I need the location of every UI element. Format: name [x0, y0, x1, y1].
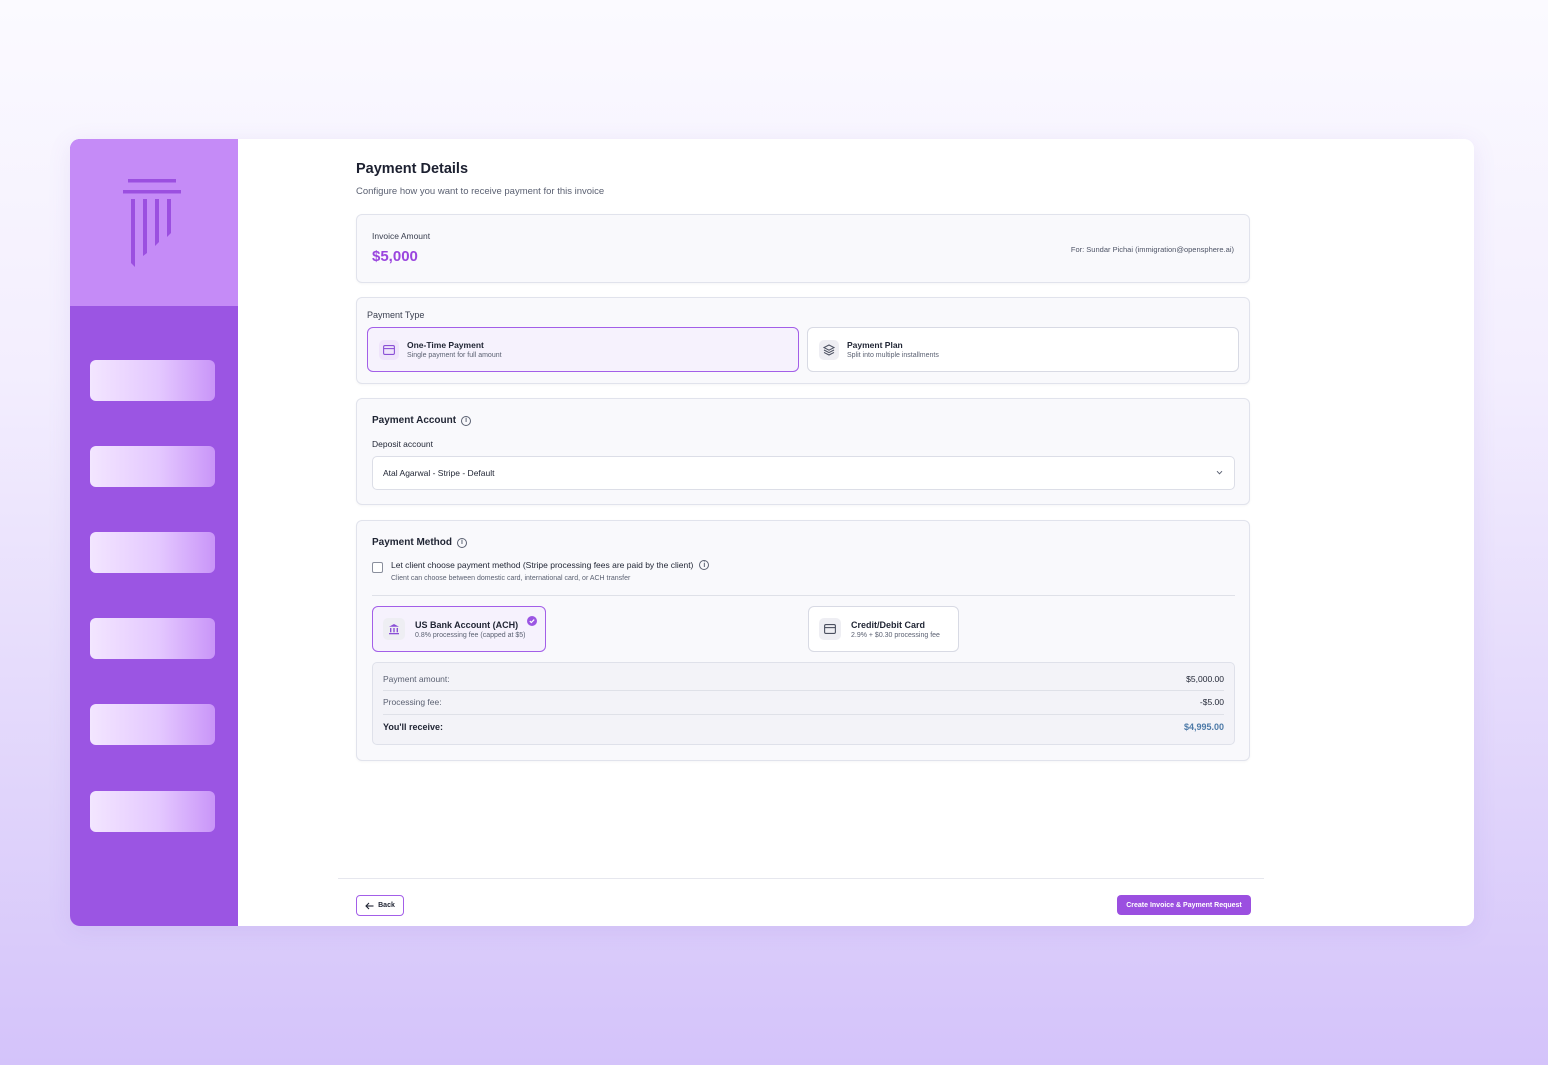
main-panel: Payment Details Configure how you want t… — [238, 139, 1474, 926]
deposit-account-select[interactable]: Atal Agarwal - Stripe - Default — [372, 456, 1235, 490]
payment-type-one-time[interactable]: One-Time Payment Single payment for full… — [367, 327, 799, 372]
sidebar-item-3[interactable] — [90, 532, 215, 573]
back-button[interactable]: Back — [356, 895, 404, 916]
option-title: Payment Plan — [847, 340, 903, 350]
deposit-account-label: Deposit account — [372, 439, 433, 449]
summary-row-fee: Processing fee: -$5.00 — [383, 697, 1224, 707]
payment-type-plan[interactable]: Payment Plan Split into multiple install… — [807, 327, 1239, 372]
sidebar-item-1[interactable] — [90, 360, 215, 401]
page-subtitle: Configure how you want to receive paymen… — [356, 186, 605, 197]
deposit-account-value: Atal Agarwal - Stripe - Default — [383, 468, 495, 478]
logo-area — [70, 139, 238, 306]
divider — [383, 714, 1224, 715]
info-icon[interactable]: i — [461, 415, 472, 426]
method-title: US Bank Account (ACH) — [415, 619, 519, 630]
payment-account-title: Payment Account — [372, 415, 457, 426]
let-client-choose-row: Let client choose payment method (Stripe… — [391, 560, 710, 570]
credit-card-icon — [379, 339, 399, 360]
invoice-amount-card: Invoice Amount $5,000 For: Sundar Pichai… — [356, 214, 1250, 283]
option-subtitle: Single payment for full amount — [407, 352, 502, 359]
back-label: Back — [378, 902, 395, 909]
payment-method-card: Payment Method i Let client choose payme… — [356, 520, 1250, 761]
payment-summary: Payment amount: $5,000.00 Processing fee… — [372, 662, 1235, 745]
invoice-amount-value: $5,000 — [372, 248, 418, 265]
divider — [372, 595, 1235, 596]
sidebar — [70, 139, 238, 926]
payment-method-heading: Payment Method i — [372, 537, 468, 548]
summary-label: You'll receive: — [383, 722, 443, 732]
sidebar-item-6[interactable] — [90, 791, 215, 832]
sidebar-item-2[interactable] — [90, 446, 215, 487]
invoice-recipient: For: Sundar Pichai (immigration@opensphe… — [1070, 245, 1234, 254]
layers-icon — [819, 339, 839, 360]
summary-row-amount: Payment amount: $5,000.00 — [383, 674, 1224, 684]
payment-type-title: Payment Type — [367, 310, 425, 320]
option-title: One-Time Payment — [407, 340, 484, 350]
method-card[interactable]: Credit/Debit Card 2.9% + $0.30 processin… — [808, 606, 959, 652]
method-title: Credit/Debit Card — [851, 619, 926, 630]
page-title: Payment Details — [356, 161, 469, 177]
arrow-left-icon — [365, 902, 374, 909]
info-icon[interactable]: i — [699, 560, 710, 570]
method-subtitle: 0.8% processing fee (capped at $5) — [415, 631, 526, 639]
summary-value: $5,000.00 — [1186, 674, 1224, 684]
footer-divider — [338, 878, 1264, 879]
summary-label: Payment amount: — [383, 674, 450, 684]
sidebar-item-5[interactable] — [90, 704, 215, 745]
summary-row-receive: You'll receive: $4,995.00 — [383, 722, 1224, 732]
let-client-choose-label[interactable]: Let client choose payment method (Stripe… — [391, 560, 693, 570]
method-subtitle: 2.9% + $0.30 processing fee — [851, 631, 940, 639]
chevron-down-icon — [1216, 470, 1223, 475]
summary-value: -$5.00 — [1199, 697, 1224, 707]
summary-label: Processing fee: — [383, 697, 442, 707]
check-circle-icon — [527, 616, 537, 626]
let-client-choose-sub: Client can choose between domestic card,… — [391, 575, 631, 582]
let-client-choose-checkbox[interactable] — [372, 562, 383, 573]
payment-method-title: Payment Method — [372, 537, 453, 548]
pillar-logo-icon — [123, 178, 181, 267]
create-invoice-button[interactable]: Create Invoice & Payment Request — [1117, 895, 1251, 915]
sidebar-item-4[interactable] — [90, 618, 215, 659]
credit-card-icon — [819, 618, 841, 640]
divider — [383, 690, 1224, 691]
app-window: Payment Details Configure how you want t… — [70, 139, 1474, 926]
payment-account-card: Payment Account i Deposit account Atal A… — [356, 398, 1250, 505]
summary-receive-value: $4,995.00 — [1183, 722, 1224, 732]
invoice-amount-label: Invoice Amount — [372, 231, 431, 241]
option-subtitle: Split into multiple installments — [847, 352, 939, 359]
method-ach[interactable]: US Bank Account (ACH) 0.8% processing fe… — [372, 606, 546, 652]
info-icon[interactable]: i — [457, 537, 468, 548]
bank-icon — [383, 618, 405, 640]
payment-account-heading: Payment Account i — [372, 415, 472, 426]
payment-type-card: Payment Type One-Time Payment Single pay… — [356, 297, 1250, 384]
